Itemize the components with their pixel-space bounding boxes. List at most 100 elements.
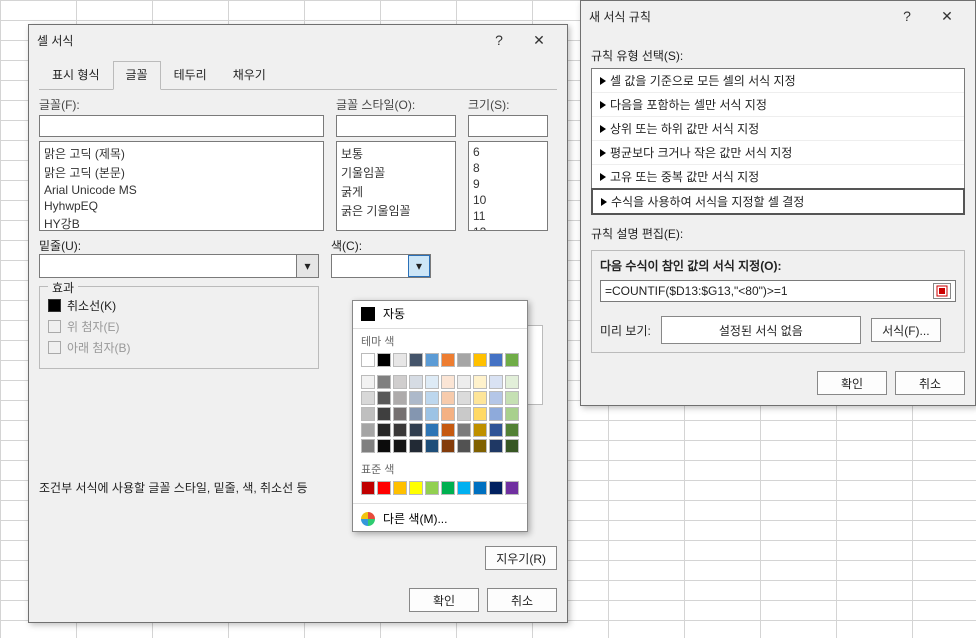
rule-type-list[interactable]: 셀 값을 기준으로 모든 셀의 서식 지정다음을 포함하는 셀만 서식 지정상위… — [591, 68, 965, 215]
list-item[interactable]: HY강B — [42, 214, 321, 231]
list-item[interactable]: Arial Unicode MS — [42, 182, 321, 198]
style-input[interactable] — [336, 115, 456, 137]
list-item[interactable]: 기울임꼴 — [339, 163, 453, 182]
list-item[interactable]: 8 — [471, 160, 545, 176]
color-swatch[interactable] — [361, 439, 375, 453]
color-swatch[interactable] — [393, 481, 407, 495]
auto-color-item[interactable]: 자동 — [353, 301, 527, 326]
close-button[interactable]: ✕ — [519, 26, 559, 54]
style-list[interactable]: 보통기울임꼴굵게굵은 기울임꼴 — [336, 141, 456, 231]
tab-fill[interactable]: 채우기 — [220, 61, 279, 89]
size-list[interactable]: 689101112 — [468, 141, 548, 231]
color-swatch[interactable] — [409, 407, 423, 421]
color-swatch[interactable] — [361, 407, 375, 421]
chevron-down-icon[interactable]: ▾ — [296, 255, 318, 277]
color-swatch[interactable] — [361, 481, 375, 495]
color-swatch[interactable] — [409, 423, 423, 437]
color-swatch[interactable] — [489, 353, 503, 367]
close-button[interactable]: ✕ — [927, 2, 967, 30]
list-item[interactable]: 맑은 고딕 (본문) — [42, 163, 321, 182]
list-item[interactable]: 굵게 — [339, 182, 453, 201]
strike-checkbox[interactable]: 취소선(K) — [48, 297, 310, 314]
color-swatch[interactable] — [489, 407, 503, 421]
color-swatch[interactable] — [505, 481, 519, 495]
help-button[interactable]: ? — [887, 2, 927, 30]
color-swatch[interactable] — [441, 423, 455, 437]
color-swatch[interactable] — [393, 375, 407, 389]
color-swatch[interactable] — [473, 391, 487, 405]
color-swatch[interactable] — [441, 353, 455, 367]
color-swatch[interactable] — [425, 439, 439, 453]
color-swatch[interactable] — [425, 353, 439, 367]
color-swatch[interactable] — [473, 439, 487, 453]
underline-combo[interactable]: ▾ — [39, 254, 319, 278]
color-swatch[interactable] — [393, 407, 407, 421]
rule-type-item[interactable]: 상위 또는 하위 값만 서식 지정 — [592, 117, 964, 141]
list-item[interactable]: 맑은 고딕 (제목) — [42, 144, 321, 163]
list-item[interactable]: 보통 — [339, 144, 453, 163]
list-item[interactable]: 12 — [471, 224, 545, 231]
color-swatch[interactable] — [425, 423, 439, 437]
color-swatch[interactable] — [489, 391, 503, 405]
color-combo[interactable]: ▾ — [331, 254, 431, 278]
color-swatch[interactable] — [377, 481, 391, 495]
color-swatch[interactable] — [377, 353, 391, 367]
color-swatch[interactable] — [489, 375, 503, 389]
color-swatch[interactable] — [505, 353, 519, 367]
color-swatch[interactable] — [425, 481, 439, 495]
color-swatch[interactable] — [409, 439, 423, 453]
ok-button[interactable]: 확인 — [817, 371, 887, 395]
color-swatch[interactable] — [377, 439, 391, 453]
color-swatch[interactable] — [473, 375, 487, 389]
color-swatch[interactable] — [393, 439, 407, 453]
rule-type-item[interactable]: 수식을 사용하여 서식을 지정할 셀 결정 — [591, 188, 965, 215]
formula-input[interactable]: =COUNTIF($D13:$G13,"<80")>=1 — [600, 280, 956, 302]
color-swatch[interactable] — [505, 423, 519, 437]
color-swatch[interactable] — [457, 375, 471, 389]
tab-border[interactable]: 테두리 — [161, 61, 220, 89]
color-swatch[interactable] — [457, 423, 471, 437]
size-input[interactable] — [468, 115, 548, 137]
color-swatch[interactable] — [361, 353, 375, 367]
font-list[interactable]: 맑은 고딕 (제목)맑은 고딕 (본문)Arial Unicode MSHyhw… — [39, 141, 324, 231]
color-swatch[interactable] — [505, 375, 519, 389]
color-swatch[interactable] — [473, 407, 487, 421]
color-swatch[interactable] — [441, 481, 455, 495]
list-item[interactable]: 10 — [471, 192, 545, 208]
color-swatch[interactable] — [505, 407, 519, 421]
color-swatch[interactable] — [489, 439, 503, 453]
color-swatch[interactable] — [441, 391, 455, 405]
color-swatch[interactable] — [489, 481, 503, 495]
color-swatch[interactable] — [457, 391, 471, 405]
color-swatch[interactable] — [473, 423, 487, 437]
color-swatch[interactable] — [425, 375, 439, 389]
color-swatch[interactable] — [361, 391, 375, 405]
list-item[interactable]: 9 — [471, 176, 545, 192]
color-swatch[interactable] — [393, 391, 407, 405]
list-item[interactable]: 11 — [471, 208, 545, 224]
rule-type-item[interactable]: 다음을 포함하는 셀만 서식 지정 — [592, 93, 964, 117]
color-swatch[interactable] — [377, 407, 391, 421]
color-swatch[interactable] — [425, 391, 439, 405]
color-swatch[interactable] — [457, 353, 471, 367]
color-swatch[interactable] — [425, 407, 439, 421]
color-swatch[interactable] — [489, 423, 503, 437]
format-button[interactable]: 서식(F)... — [871, 318, 941, 342]
color-swatch[interactable] — [505, 439, 519, 453]
color-swatch[interactable] — [377, 423, 391, 437]
color-swatch[interactable] — [361, 423, 375, 437]
more-colors-item[interactable]: 다른 색(M)... — [353, 506, 527, 531]
color-swatch[interactable] — [409, 353, 423, 367]
color-swatch[interactable] — [361, 375, 375, 389]
color-swatch[interactable] — [393, 353, 407, 367]
color-swatch[interactable] — [457, 439, 471, 453]
color-swatch[interactable] — [409, 481, 423, 495]
color-swatch[interactable] — [409, 375, 423, 389]
color-swatch[interactable] — [393, 423, 407, 437]
color-swatch[interactable] — [505, 391, 519, 405]
list-item[interactable]: 6 — [471, 144, 545, 160]
color-swatch[interactable] — [377, 375, 391, 389]
help-button[interactable]: ? — [479, 26, 519, 54]
tab-font[interactable]: 글꼴 — [113, 61, 161, 90]
color-swatch[interactable] — [457, 407, 471, 421]
